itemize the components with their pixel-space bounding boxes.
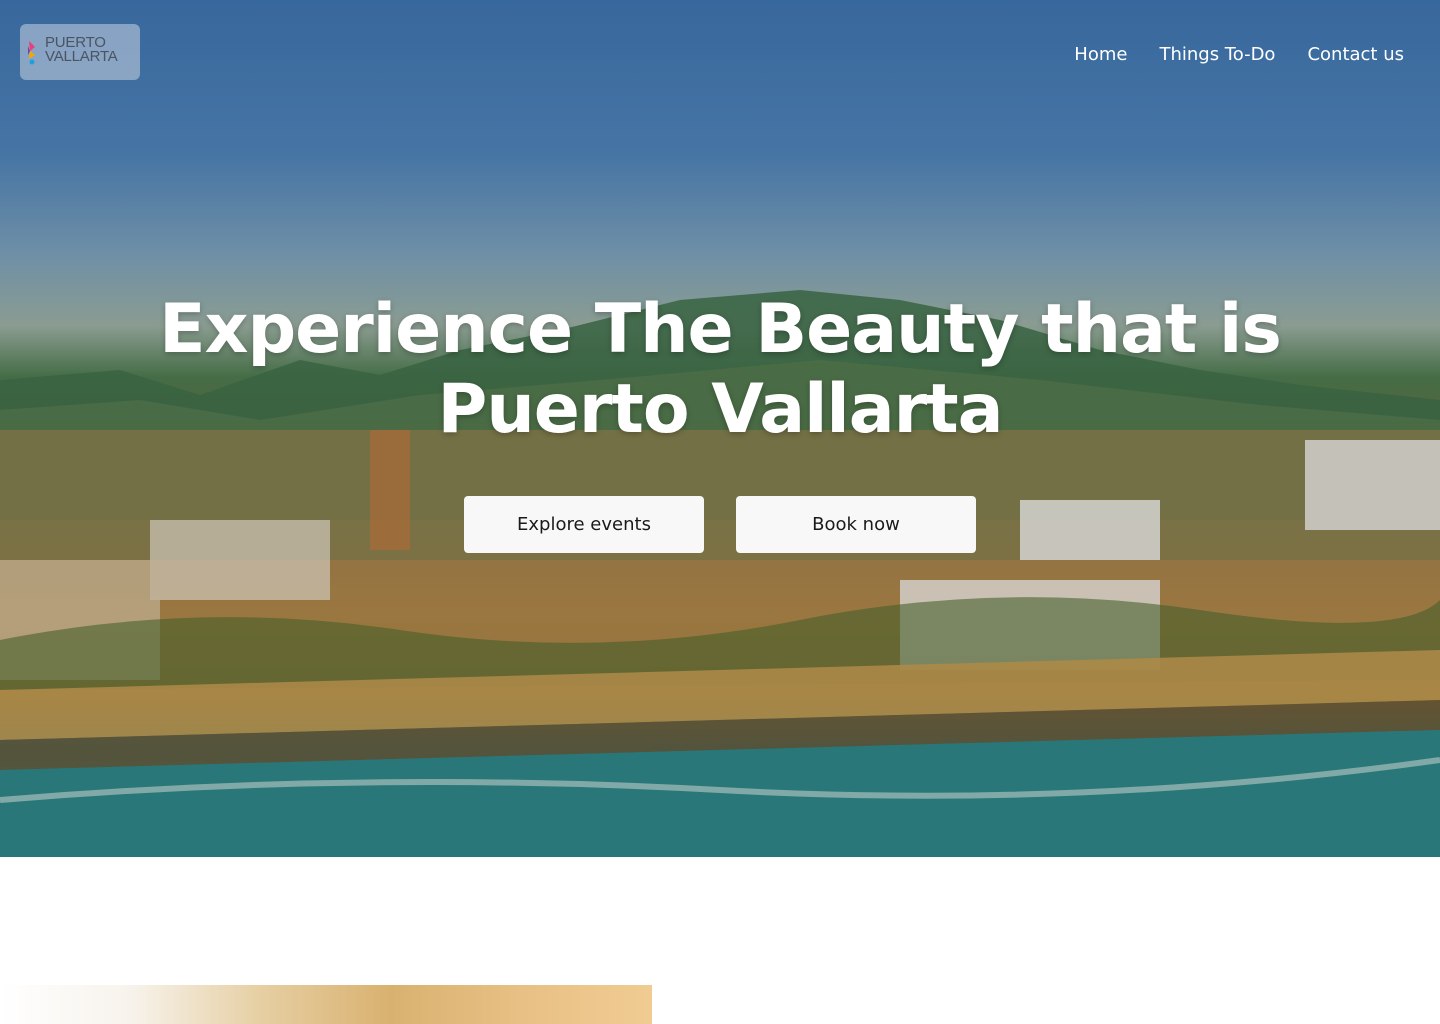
hero-headline: Experience The Beauty that is Puerto Val… xyxy=(159,290,1282,449)
main-nav: Home Things To-Do Contact us xyxy=(1074,44,1404,65)
hero-section: PUERTO VALLARTA Home Things To-Do Contac… xyxy=(0,0,1440,857)
beach-image-preview xyxy=(0,985,652,1024)
nav-things-to-do[interactable]: Things To-Do xyxy=(1159,44,1275,65)
nav-home[interactable]: Home xyxy=(1074,44,1127,65)
logo-text: PUERTO VALLARTA xyxy=(45,34,118,65)
logo-mark-icon xyxy=(28,41,35,65)
nav-contact-us[interactable]: Contact us xyxy=(1307,44,1404,65)
explore-events-button[interactable]: Explore events xyxy=(464,496,704,553)
logo[interactable]: PUERTO VALLARTA xyxy=(20,24,140,80)
book-now-button[interactable]: Book now xyxy=(736,496,976,553)
